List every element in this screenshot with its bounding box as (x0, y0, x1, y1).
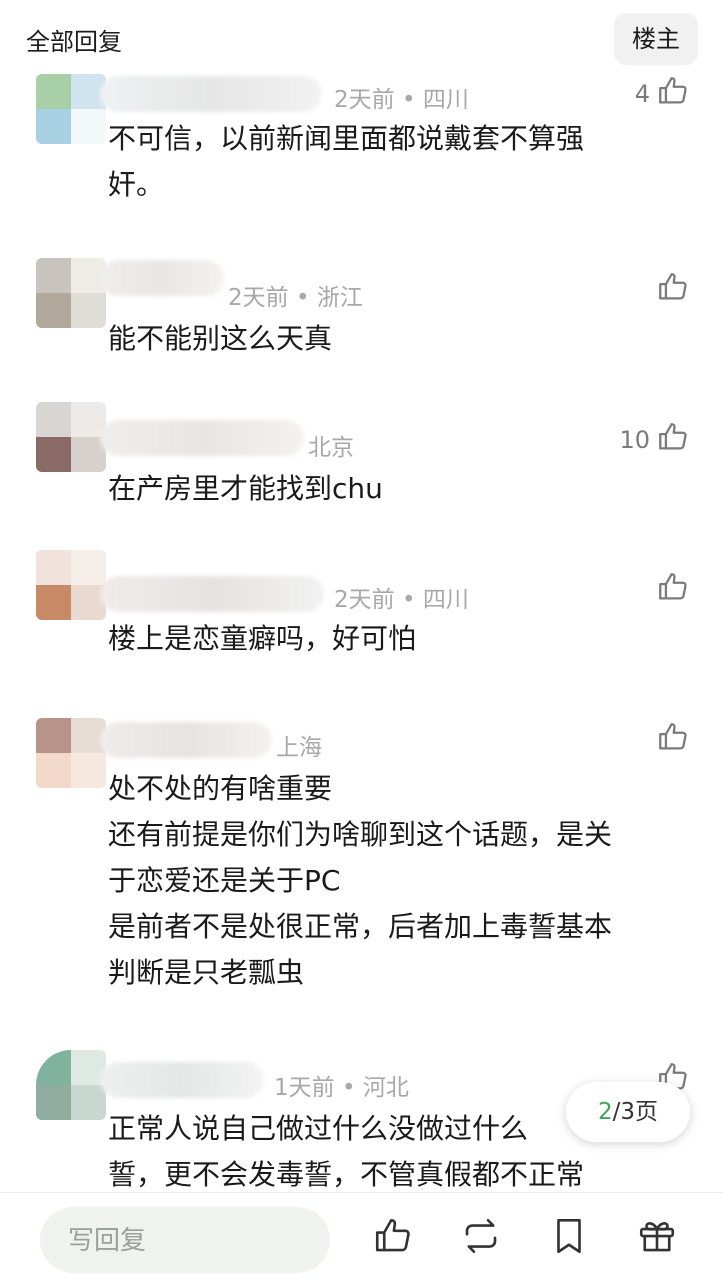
thumb-up-icon (656, 720, 690, 760)
like-button[interactable] (650, 270, 690, 310)
page-title: 全部回复 (26, 28, 122, 56)
page-total: /3页 (612, 1099, 659, 1125)
like-button[interactable]: 4 (635, 74, 690, 114)
gift-icon[interactable] (636, 1215, 678, 1257)
comment-body: 不可信，以前新闻里面都说戴套不算强 奸。 (108, 122, 585, 201)
username-blurred[interactable] (100, 420, 304, 456)
username-blurred[interactable] (100, 1062, 264, 1098)
like-button[interactable]: 10 (619, 420, 690, 460)
comment-meta: 2天前 • 四川 (334, 587, 469, 613)
username-blurred[interactable] (100, 76, 322, 112)
avatar[interactable] (36, 1050, 106, 1120)
comment-meta: 上海 (276, 735, 322, 761)
avatar[interactable] (36, 258, 106, 328)
comment-meta: 北京 (308, 435, 354, 461)
like-count: 4 (634, 80, 650, 108)
thumb-up-icon (656, 420, 690, 460)
thumb-up-icon (656, 270, 690, 310)
comment-body: 在产房里才能找到chu (108, 472, 383, 505)
thumb-up-icon[interactable] (372, 1215, 414, 1257)
comment-body: 处不处的有啥重要 还有前提是你们为啥聊到这个话题，是关 于恋爱还是关于PC 是前… (108, 772, 613, 989)
like-button[interactable] (650, 720, 690, 760)
comment-meta: 2天前 • 四川 (334, 87, 469, 113)
page-current: 2 (597, 1099, 613, 1125)
comment-body: 楼上是恋童癖吗，好可怕 (108, 622, 417, 655)
username-blurred[interactable] (100, 576, 324, 612)
page-indicator[interactable]: 2/3页 (566, 1082, 690, 1142)
avatar[interactable] (36, 550, 106, 620)
username-blurred[interactable] (100, 260, 224, 296)
avatar[interactable] (36, 718, 106, 788)
reply-input[interactable] (40, 1207, 330, 1273)
thumb-up-icon (656, 74, 690, 114)
comment-meta: 2天前 • 浙江 (228, 285, 363, 311)
comment-body: 能不能别这么天真 (108, 322, 333, 355)
repost-icon[interactable] (460, 1215, 502, 1257)
like-button[interactable] (650, 570, 690, 610)
bookmark-icon[interactable] (548, 1215, 590, 1257)
like-count: 10 (619, 426, 650, 454)
top-bar: 全部回复 楼主 (0, 0, 722, 72)
avatar[interactable] (36, 402, 106, 472)
username-blurred[interactable] (100, 722, 272, 758)
comment-meta: 1天前 • 河北 (274, 1075, 409, 1101)
avatar[interactable] (36, 74, 106, 144)
bottom-bar (0, 1192, 722, 1281)
only-op-button[interactable]: 楼主 (614, 13, 698, 65)
thumb-up-icon (656, 570, 690, 610)
